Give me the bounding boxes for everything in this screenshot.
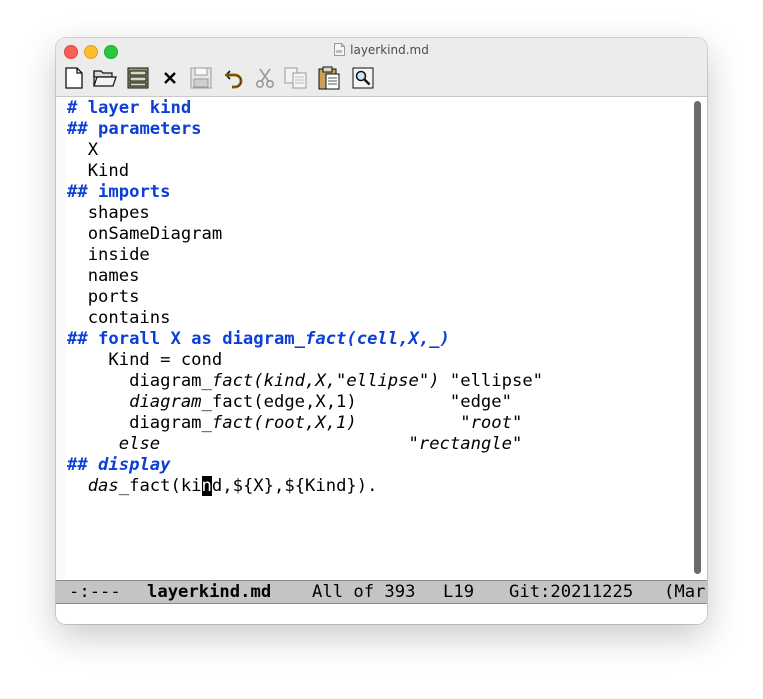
buffer-text-segment: shapes: [67, 203, 150, 223]
buffer-line[interactable]: names: [67, 266, 543, 287]
buffer-line[interactable]: else "rectangle": [67, 434, 543, 455]
buffer-line[interactable]: ## forall X as diagram_fact(cell,X,_): [67, 329, 543, 350]
buffer-text-segment: das: [87, 476, 119, 496]
window-title: layerkind.md: [56, 43, 707, 57]
buffer-text-segment: Kind: [67, 161, 130, 181]
buffer-text-segment: imports: [98, 182, 171, 202]
buffer-text-segment: ##: [67, 455, 99, 475]
buffer-text-segment: _fact(ki: [118, 476, 202, 496]
buffer-text-segment: diagram: [129, 392, 202, 412]
buffer-text-segment: diagram_: [67, 413, 212, 433]
modeline-status: -:---: [69, 582, 121, 602]
buffer-line[interactable]: ## display: [67, 455, 543, 476]
buffer-line[interactable]: Kind: [67, 161, 543, 182]
buffer-text-segment: parameters: [98, 119, 202, 139]
save-icon[interactable]: [189, 66, 213, 90]
dired-icon[interactable]: [126, 66, 150, 90]
buffer-text-segment: fact(cell,X,_): [305, 329, 450, 349]
document-icon: [334, 43, 346, 56]
buffer-text-segment: root: [470, 413, 512, 433]
buffer-text-segment: ": [511, 413, 523, 433]
buffer-line[interactable]: diagram_fact(edge,X,1) "edge": [67, 392, 543, 413]
modeline-vc[interactable]: Git:20211225: [509, 581, 633, 603]
new-file-icon[interactable]: [62, 66, 86, 90]
editor-window: layerkind.md # layer kind ## parameters …: [56, 38, 707, 624]
buffer-text-segment: X: [67, 140, 99, 160]
close-icon[interactable]: [158, 66, 182, 90]
buffer-text-segment: [67, 392, 129, 412]
buffer-line[interactable]: Kind = cond: [67, 350, 543, 371]
left-fringe: [56, 97, 65, 580]
modeline-line-number: L19: [443, 582, 475, 602]
editor-buffer[interactable]: # layer kind ## parameters X Kind ## impor…: [56, 97, 707, 580]
buffer-text-segment: ": [356, 413, 471, 433]
buffer-text-segment: fact(root,X,1): [211, 413, 357, 433]
modeline-buffer-name[interactable]: layerkind.md: [147, 581, 271, 603]
buffer-line[interactable]: diagram_fact(kind,X,"ellipse") "ellipse": [67, 371, 543, 392]
buffer-text-segment: ##: [67, 119, 99, 139]
buffer-text-segment: d,${X},${Kind}).: [211, 476, 378, 496]
buffer-text-segment: ## forall X as diagram_: [67, 329, 305, 349]
buffer-line[interactable]: ## parameters: [67, 119, 543, 140]
buffer-text-segment: diagram_: [67, 371, 212, 391]
buffer-text-segment: _fact(edge,X,1) "edge": [201, 392, 512, 412]
buffer-line[interactable]: das_fact(kind,${X},${Kind}).: [67, 476, 543, 497]
buffer-text-segment: inside: [67, 245, 150, 265]
buffer-text-segment: ": [512, 434, 523, 454]
buffer-text-segment: [67, 476, 88, 496]
search-icon[interactable]: [351, 66, 375, 90]
buffer-text-segment: names: [67, 266, 140, 286]
buffer-line[interactable]: X: [67, 140, 543, 161]
buffer-text-segment: ##: [67, 182, 99, 202]
buffer-text-segment: fact(kind,X,"ellipse"): [211, 371, 440, 391]
buffer-line[interactable]: ports: [67, 287, 543, 308]
modeline-mode[interactable]: (Mar: [664, 581, 705, 603]
text-cursor: n: [201, 476, 212, 496]
buffer-line[interactable]: inside: [67, 245, 543, 266]
buffer-line[interactable]: ## imports: [67, 182, 543, 203]
buffer-text-segment: contains: [67, 308, 171, 328]
cut-icon[interactable]: [253, 66, 277, 90]
buffer-line[interactable]: onSameDiagram: [67, 224, 543, 245]
copy-icon[interactable]: [284, 66, 308, 90]
minibuffer[interactable]: [56, 604, 707, 624]
undo-icon[interactable]: [222, 66, 246, 90]
mode-line: -:--- layerkind.md All of 393 L19 Git:20…: [56, 580, 707, 604]
buffer-text-segment: onSameDiagram: [67, 224, 223, 244]
buffer-text-segment: ports: [67, 287, 140, 307]
buffer-text-segment: layer kind: [87, 98, 192, 118]
modeline-position: All of 393: [312, 582, 416, 602]
buffer-text-segment: display: [98, 455, 171, 475]
buffer-text-segment: rectangle: [418, 434, 512, 454]
window-title-text: layerkind.md: [350, 43, 429, 57]
buffer-text-segment: ": [160, 434, 419, 454]
paste-icon[interactable]: [317, 66, 341, 90]
buffer-text-segment: "ellipse": [439, 371, 544, 391]
title-bar: layerkind.md: [56, 38, 707, 97]
vertical-scrollbar[interactable]: [691, 97, 705, 580]
buffer-text[interactable]: # layer kind ## parameters X Kind ## impor…: [67, 98, 543, 497]
buffer-line[interactable]: diagram_fact(root,X,1) "root": [67, 413, 543, 434]
buffer-line[interactable]: contains: [67, 308, 543, 329]
scrollbar-thumb[interactable]: [694, 101, 701, 574]
buffer-text-segment: Kind = cond: [67, 350, 223, 370]
buffer-text-segment: else: [118, 434, 161, 454]
open-folder-icon[interactable]: [93, 66, 117, 90]
buffer-line[interactable]: # layer kind: [67, 98, 543, 119]
buffer-text-segment: [67, 434, 119, 454]
buffer-line[interactable]: shapes: [67, 203, 543, 224]
buffer-text-segment: #: [67, 98, 88, 118]
